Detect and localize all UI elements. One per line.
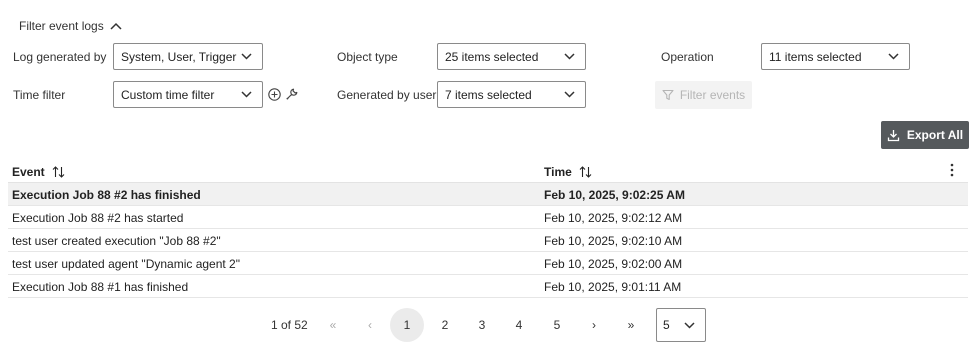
event-cell: test user created execution "Job 88 #2" — [12, 234, 221, 248]
previous-page-icon: ‹ — [368, 318, 372, 332]
chevron-down-icon — [241, 53, 252, 60]
log-generated-by-select[interactable]: System, User, Trigger — [113, 43, 263, 70]
generated-by-user-value: 7 items selected — [445, 87, 532, 102]
next-page-button[interactable]: › — [577, 308, 611, 342]
page-number: 3 — [478, 318, 486, 332]
funnel-icon — [662, 89, 674, 101]
chevron-down-icon — [564, 53, 575, 60]
page-size-select[interactable]: 5 — [656, 308, 706, 342]
chevron-down-icon — [564, 91, 575, 98]
more-options-button[interactable] — [950, 163, 954, 180]
sort-icon — [579, 166, 592, 178]
page-info: 1 of 52 — [271, 318, 308, 332]
first-page-icon: « — [329, 318, 337, 332]
log-generated-by-label: Log generated by — [13, 50, 107, 64]
page-button-4[interactable]: 4 — [502, 308, 536, 342]
wrench-icon — [286, 88, 297, 99]
page-number: 4 — [515, 318, 523, 332]
event-cell: Execution Job 88 #1 has finished — [12, 280, 189, 294]
time-cell: Feb 10, 2025, 9:02:12 AM — [544, 211, 683, 225]
page-button-2[interactable]: 2 — [428, 308, 462, 342]
column-header-event-label: Event — [12, 165, 45, 179]
page-number: 1 — [403, 318, 411, 332]
object-type-value: 25 items selected — [445, 49, 539, 64]
log-generated-by-value: System, User, Trigger — [121, 49, 237, 64]
kebab-menu-icon — [950, 163, 954, 177]
column-header-time-label: Time — [544, 165, 572, 179]
column-header-event[interactable]: Event — [12, 165, 65, 179]
page-size-value: 5 — [663, 318, 670, 332]
table-header: Event Time — [8, 160, 968, 183]
pagination: 1 of 52 « ‹ 1 2 3 4 5 › » 5 — [0, 308, 980, 342]
table-row[interactable]: Execution Job 88 #1 has finished Feb 10,… — [8, 275, 968, 298]
last-page-button[interactable]: » — [614, 308, 648, 342]
time-cell: Feb 10, 2025, 9:01:11 AM — [544, 280, 682, 294]
next-page-icon: › — [592, 318, 596, 332]
operation-label: Operation — [661, 50, 714, 64]
chevron-down-icon — [684, 321, 695, 329]
table-row[interactable]: test user updated agent "Dynamic agent 2… — [8, 252, 968, 275]
page-button-3[interactable]: 3 — [465, 308, 499, 342]
page-number: 5 — [553, 318, 561, 332]
time-cell: Feb 10, 2025, 9:02:10 AM — [544, 234, 683, 248]
generated-by-user-select[interactable]: 7 items selected — [437, 81, 586, 108]
object-type-label: Object type — [337, 50, 398, 64]
download-icon — [887, 129, 900, 141]
page-button-5[interactable]: 5 — [540, 308, 574, 342]
table-row[interactable]: test user created execution "Job 88 #2" … — [8, 229, 968, 252]
event-log-table: Event Time Execution Job 88 #2 has finis… — [8, 160, 968, 298]
export-all-label: Export All — [906, 128, 964, 142]
add-time-filter-button[interactable] — [267, 87, 281, 101]
object-type-select[interactable]: 25 items selected — [437, 43, 586, 70]
event-cell: Execution Job 88 #2 has started — [12, 211, 184, 225]
event-cell: test user updated agent "Dynamic agent 2… — [12, 257, 240, 271]
edit-time-filter-button[interactable] — [284, 86, 299, 101]
first-page-button[interactable]: « — [316, 308, 350, 342]
time-cell: Feb 10, 2025, 9:02:25 AM — [544, 188, 685, 202]
table-row[interactable]: Execution Job 88 #2 has started Feb 10, … — [8, 206, 968, 229]
sort-icon — [52, 166, 65, 178]
time-filter-select[interactable]: Custom time filter — [113, 81, 263, 108]
event-cell: Execution Job 88 #2 has finished — [12, 188, 201, 202]
filter-toggle[interactable]: Filter event logs — [19, 19, 122, 33]
previous-page-button[interactable]: ‹ — [353, 308, 387, 342]
filter-events-button[interactable]: Filter events — [655, 81, 752, 109]
last-page-icon: » — [627, 318, 635, 332]
operation-select[interactable]: 11 items selected — [761, 43, 910, 70]
generated-by-user-label: Generated by user — [337, 88, 437, 102]
time-filter-label: Time filter — [13, 88, 66, 102]
time-filter-value: Custom time filter — [121, 87, 215, 102]
filter-header-label: Filter event logs — [19, 19, 104, 33]
chevron-down-icon — [241, 91, 252, 98]
chevron-down-icon — [888, 53, 899, 60]
time-cell: Feb 10, 2025, 9:02:00 AM — [544, 257, 683, 271]
page-number: 2 — [441, 318, 449, 332]
export-all-button[interactable]: Export All — [881, 121, 969, 149]
filter-events-label: Filter events — [679, 88, 746, 102]
operation-value: 11 items selected — [769, 49, 862, 64]
column-header-time[interactable]: Time — [544, 165, 592, 179]
chevron-up-icon — [110, 22, 122, 30]
page-button-1[interactable]: 1 — [390, 308, 424, 342]
table-row[interactable]: Execution Job 88 #2 has finished Feb 10,… — [8, 183, 968, 206]
plus-circle-icon — [267, 87, 281, 101]
